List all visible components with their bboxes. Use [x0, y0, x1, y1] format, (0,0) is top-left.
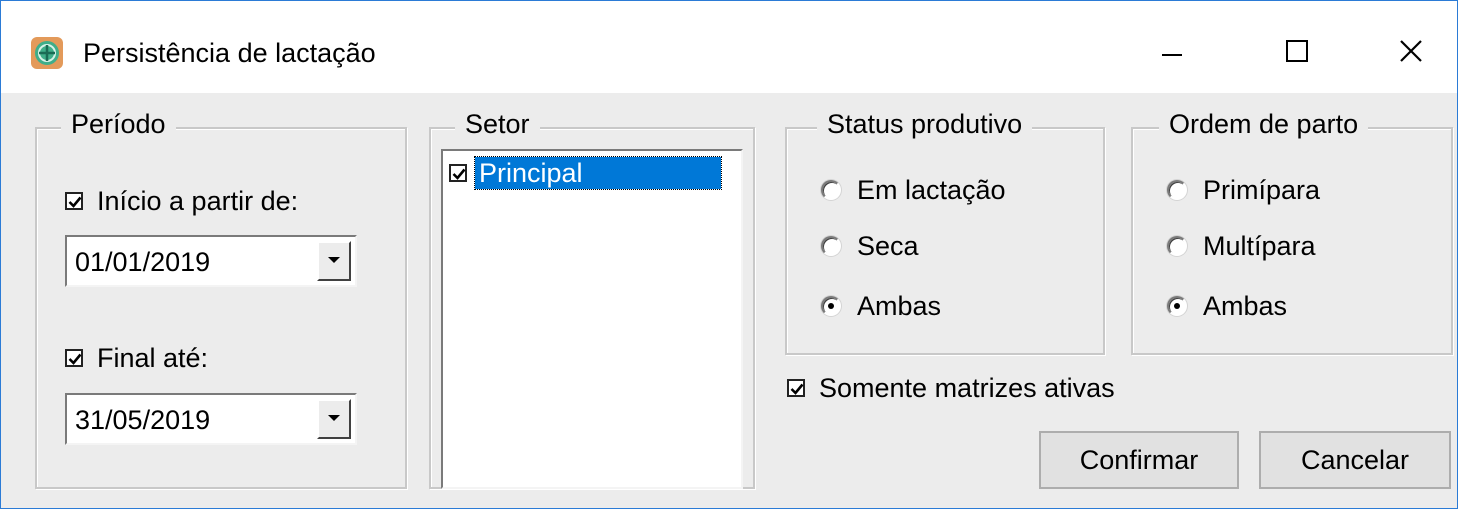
close-icon — [1398, 38, 1424, 69]
radio-button[interactable] — [1167, 236, 1187, 256]
final-checkbox[interactable] — [65, 349, 83, 367]
final-checkbox-row[interactable]: Final até: — [65, 341, 208, 375]
radio-label: Multípara — [1203, 231, 1316, 261]
ordem-parto-group: Ordem de parto Primípara Multípara Ambas — [1131, 107, 1453, 355]
setor-listbox[interactable]: Principal — [441, 149, 743, 489]
ordem-parto-legend: Ordem de parto — [1159, 107, 1369, 141]
inicio-label: Início a partir de: — [97, 186, 299, 216]
radio-label: Em lactação — [857, 175, 1006, 205]
window-title: Persistência de lactação — [83, 38, 376, 68]
radio-label: Primípara — [1203, 175, 1321, 205]
radio-em-lactacao[interactable]: Em lactação — [821, 173, 1006, 207]
inicio-checkbox-row[interactable]: Início a partir de: — [65, 184, 298, 218]
radio-seca[interactable]: Seca — [821, 229, 919, 263]
radio-ambas-status[interactable]: Ambas — [821, 289, 941, 323]
final-date-value: 31/05/2019 — [75, 405, 211, 435]
final-date-combo[interactable]: 31/05/2019 — [65, 393, 357, 445]
radio-label: Seca — [857, 231, 919, 261]
inicio-dropdown-button[interactable] — [317, 241, 351, 281]
radio-primipara[interactable]: Primípara — [1167, 173, 1320, 207]
inicio-checkbox[interactable] — [65, 192, 83, 210]
radio-button-selected[interactable] — [821, 296, 841, 316]
close-button[interactable] — [1375, 21, 1447, 85]
status-produtivo-legend: Status produtivo — [817, 107, 1033, 141]
somente-ativas-label: Somente matrizes ativas — [819, 373, 1115, 403]
final-dropdown-button[interactable] — [317, 399, 351, 439]
setor-item-label[interactable]: Principal — [474, 156, 722, 190]
radio-button[interactable] — [1167, 180, 1187, 200]
periodo-group: Período Início a partir de: 01/01/2019 F… — [35, 107, 407, 489]
title-bar: Persistência de lactação — [1, 1, 1457, 93]
somente-ativas-row[interactable]: Somente matrizes ativas — [787, 371, 1115, 405]
somente-ativas-checkbox[interactable] — [787, 379, 805, 397]
minimize-button[interactable] — [1136, 21, 1208, 85]
chevron-down-icon — [327, 410, 341, 428]
status-produtivo-group: Status produtivo Em lactação Seca Ambas — [785, 107, 1105, 355]
radio-button[interactable] — [821, 180, 841, 200]
minimize-icon — [1160, 39, 1184, 68]
final-label: Final até: — [97, 343, 209, 373]
dialog-body: Período Início a partir de: 01/01/2019 F… — [1, 93, 1457, 508]
periodo-legend: Período — [61, 107, 176, 141]
maximize-icon — [1285, 39, 1309, 68]
inicio-date-combo[interactable]: 01/01/2019 — [65, 235, 357, 287]
app-logo-icon — [31, 37, 63, 69]
chevron-down-icon — [327, 252, 341, 270]
setor-item-checkbox[interactable] — [449, 164, 467, 182]
list-item[interactable]: Principal — [449, 156, 722, 190]
inicio-date-value: 01/01/2019 — [75, 247, 211, 277]
cancel-button[interactable]: Cancelar — [1259, 431, 1451, 489]
radio-label: Ambas — [1203, 291, 1288, 321]
radio-label: Ambas — [857, 291, 942, 321]
confirm-button[interactable]: Confirmar — [1039, 431, 1239, 489]
radio-button[interactable] — [821, 236, 841, 256]
setor-legend: Setor — [455, 107, 540, 141]
radio-multipara[interactable]: Multípara — [1167, 229, 1316, 263]
maximize-button[interactable] — [1261, 21, 1333, 85]
radio-button-selected[interactable] — [1167, 296, 1187, 316]
dialog-window: Persistência de lactação Período Início … — [0, 0, 1458, 509]
radio-ambas-ordem[interactable]: Ambas — [1167, 289, 1287, 323]
